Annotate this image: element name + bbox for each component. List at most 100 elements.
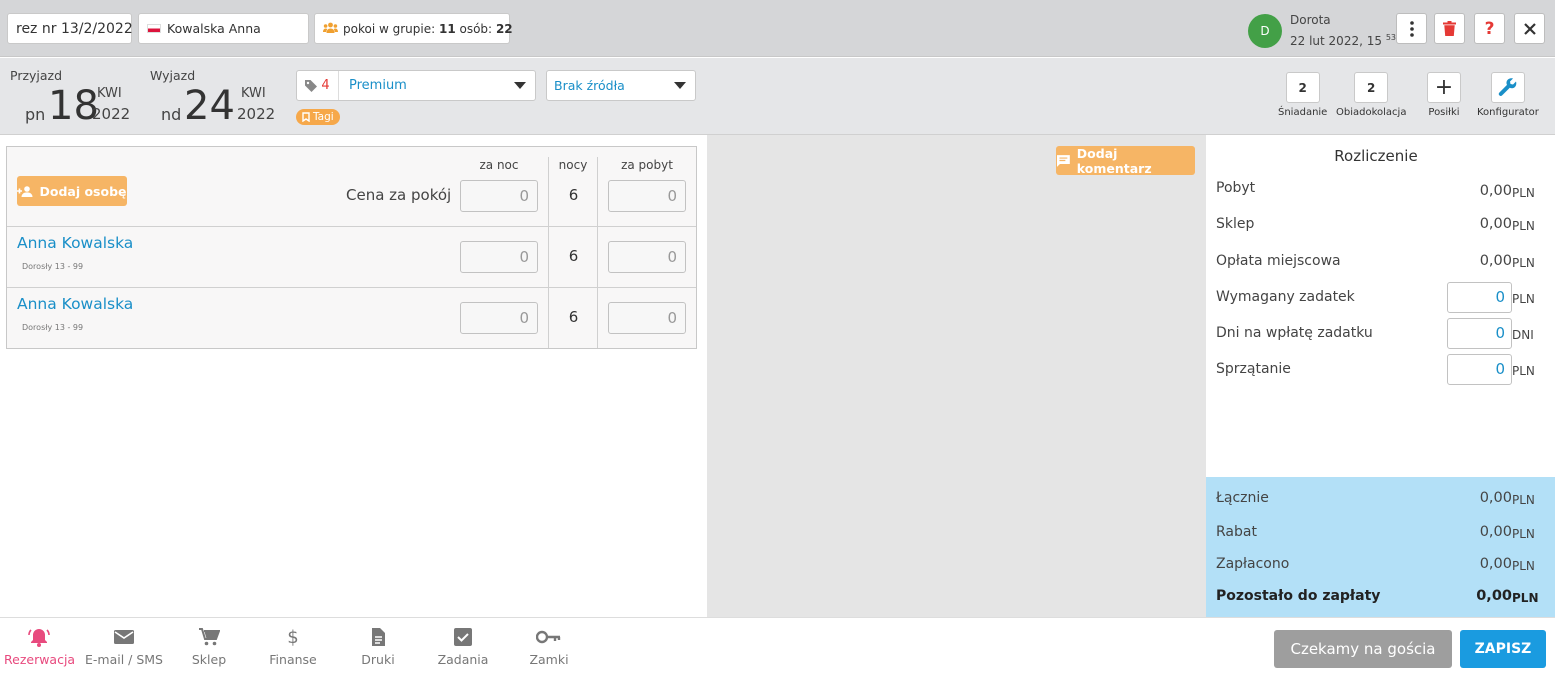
tab-locks[interactable]: Zamki <box>524 627 574 667</box>
breakfast-label: Śniadanie <box>1278 107 1328 118</box>
checkbox-icon <box>454 628 472 646</box>
tag-icon <box>305 79 318 92</box>
key-icon <box>536 630 561 644</box>
reservation-number[interactable]: rez nr 13/2/2022 <box>7 13 133 44</box>
local-fee-label: Opłata miejscowa <box>1216 253 1341 269</box>
room-nights: 6 <box>568 186 579 204</box>
waiting-for-guest-button[interactable]: Czekamy na gościa <box>1274 630 1452 668</box>
tab-prints[interactable]: Druki <box>352 627 404 667</box>
document-icon <box>372 628 385 646</box>
tags-button[interactable]: Tagi <box>296 109 340 125</box>
comment-icon <box>1056 154 1070 167</box>
deposit-days-input[interactable]: 0 <box>1447 318 1512 349</box>
configurator-button[interactable] <box>1490 72 1525 103</box>
col-per-night: za noc <box>479 158 519 172</box>
deposit-label: Wymagany zadatek <box>1216 289 1355 305</box>
persons-table: za noc nocy za pobyt Dodaj osobę Cena za… <box>6 146 697 349</box>
guest-name: Kowalska Anna <box>167 21 261 36</box>
shop-value: 0,00 <box>1479 216 1512 232</box>
settlement-title: Rozliczenie <box>1334 147 1418 165</box>
person-price-stay-input[interactable]: 0 <box>608 241 686 273</box>
more-options-button[interactable] <box>1396 13 1427 44</box>
save-button[interactable]: ZAPISZ <box>1460 630 1546 668</box>
departure-year: 2022 <box>237 105 276 123</box>
configurator[interactable]: Konfigurator <box>1477 72 1539 118</box>
currency-unit: PLN <box>1512 292 1535 306</box>
tab-finance[interactable]: $ Finanse <box>263 627 323 667</box>
deposit-input[interactable]: 0 <box>1447 282 1512 313</box>
help-button[interactable]: ? <box>1474 13 1505 44</box>
source-select[interactable]: Brak źródła <box>546 70 696 101</box>
bookmark-icon <box>302 112 310 122</box>
currency-unit: PLN <box>1512 591 1539 605</box>
departure-label: Wyjazd <box>150 68 196 83</box>
breakfast-counter[interactable]: 2 Śniadanie <box>1278 72 1327 118</box>
add-comment-button[interactable]: Dodaj komentarz <box>1056 146 1195 176</box>
chevron-down-icon <box>514 82 526 89</box>
arrival-month: KWI <box>97 86 122 101</box>
room-type-value: Premium <box>349 78 407 93</box>
tab-email-sms[interactable]: E-mail / SMS <box>84 627 164 667</box>
person-price-stay-input[interactable]: 0 <box>608 302 686 334</box>
group-info[interactable]: pokoi w grupie: 11 osób: 22 <box>314 13 513 44</box>
close-button[interactable] <box>1514 13 1545 44</box>
add-person-button[interactable]: Dodaj osobę <box>17 176 127 206</box>
plus-icon[interactable]: + <box>1427 72 1461 103</box>
arrival-label: Przyjazd <box>10 68 63 83</box>
departure-day[interactable]: 24 <box>184 84 235 128</box>
group-people-label: osób: <box>459 21 493 36</box>
user-info: D Dorota 22 lut 2022, 15 53 <box>1248 12 1396 50</box>
delete-button[interactable] <box>1434 13 1465 44</box>
person-name[interactable]: Anna Kowalska <box>17 295 133 313</box>
room-price-night-input[interactable]: 0 <box>460 180 538 212</box>
top-bar: rez nr 13/2/2022 Kowalska Anna pokoi w g… <box>0 0 1555 57</box>
meals-label: Posiłki <box>1428 107 1460 118</box>
person-price-night-input[interactable]: 0 <box>460 302 538 334</box>
settlement-summary: Łącznie 0,00 PLN Rabat 0,00 PLN Zapłacon… <box>1206 477 1555 617</box>
departure-day-of-week: nd <box>161 105 182 124</box>
remaining-label: Pozostało do zapłaty <box>1216 588 1381 604</box>
total-label: Łącznie <box>1216 490 1269 506</box>
table-row: Anna Kowalska Dorosły 13 - 99 0 6 0 <box>7 288 696 348</box>
person-nights: 6 <box>568 308 579 326</box>
help-icon: ? <box>1484 18 1495 39</box>
total-value: 0,00 <box>1479 490 1512 506</box>
stay-details-bar: Przyjazd pn 18 KWI 2022 Wyjazd nd 24 KWI… <box>0 58 1555 135</box>
room-price-row: za noc nocy za pobyt Dodaj osobę Cena za… <box>7 147 696 227</box>
chevron-down-icon <box>674 82 686 89</box>
col-per-stay: za pobyt <box>621 158 673 172</box>
tab-reservation[interactable]: Rezerwacja <box>4 627 75 667</box>
user-timestamp: 22 lut 2022, 15 53 <box>1290 33 1396 48</box>
dinner-counter[interactable]: 2 Obiadokolacja <box>1336 72 1406 118</box>
currency-unit: PLN <box>1512 219 1535 233</box>
source-value: Brak źródła <box>554 78 625 93</box>
col-nights: nocy <box>558 158 588 172</box>
room-price-stay-input[interactable]: 0 <box>608 180 686 212</box>
discount-label: Rabat <box>1216 524 1257 540</box>
cleaning-input[interactable]: 0 <box>1447 354 1512 385</box>
departure-month: KWI <box>241 86 266 101</box>
dollar-icon: $ <box>287 627 298 647</box>
currency-unit: PLN <box>1512 186 1535 200</box>
avatar: D <box>1248 14 1282 48</box>
dinner-count[interactable]: 2 <box>1354 72 1389 103</box>
person-price-night-input[interactable]: 0 <box>460 241 538 273</box>
days-unit: DNI <box>1512 328 1534 342</box>
person-name[interactable]: Anna Kowalska <box>17 234 133 252</box>
person-nights: 6 <box>568 247 579 265</box>
meals-add[interactable]: + Posiłki <box>1427 72 1461 118</box>
stay-label: Pobyt <box>1216 180 1256 196</box>
tab-tasks[interactable]: Zadania <box>432 627 494 667</box>
currency-unit: PLN <box>1512 527 1535 541</box>
paid-value: 0,00 <box>1479 556 1512 572</box>
deposit-days-label: Dni na wpłatę zadatku <box>1216 325 1373 341</box>
tab-shop[interactable]: Sklep <box>180 627 238 667</box>
trash-icon <box>1443 21 1456 36</box>
room-type-select[interactable]: 4 Premium <box>296 70 536 101</box>
svg-text:$: $ <box>287 627 298 647</box>
shop-label: Sklep <box>1216 216 1255 232</box>
bottom-bar: Rezerwacja E-mail / SMS Sklep $ Finanse … <box>0 617 1555 678</box>
person-category: Dorosły 13 - 99 <box>22 323 84 332</box>
breakfast-count[interactable]: 2 <box>1285 72 1320 103</box>
guest-selector[interactable]: Kowalska Anna <box>138 13 309 44</box>
